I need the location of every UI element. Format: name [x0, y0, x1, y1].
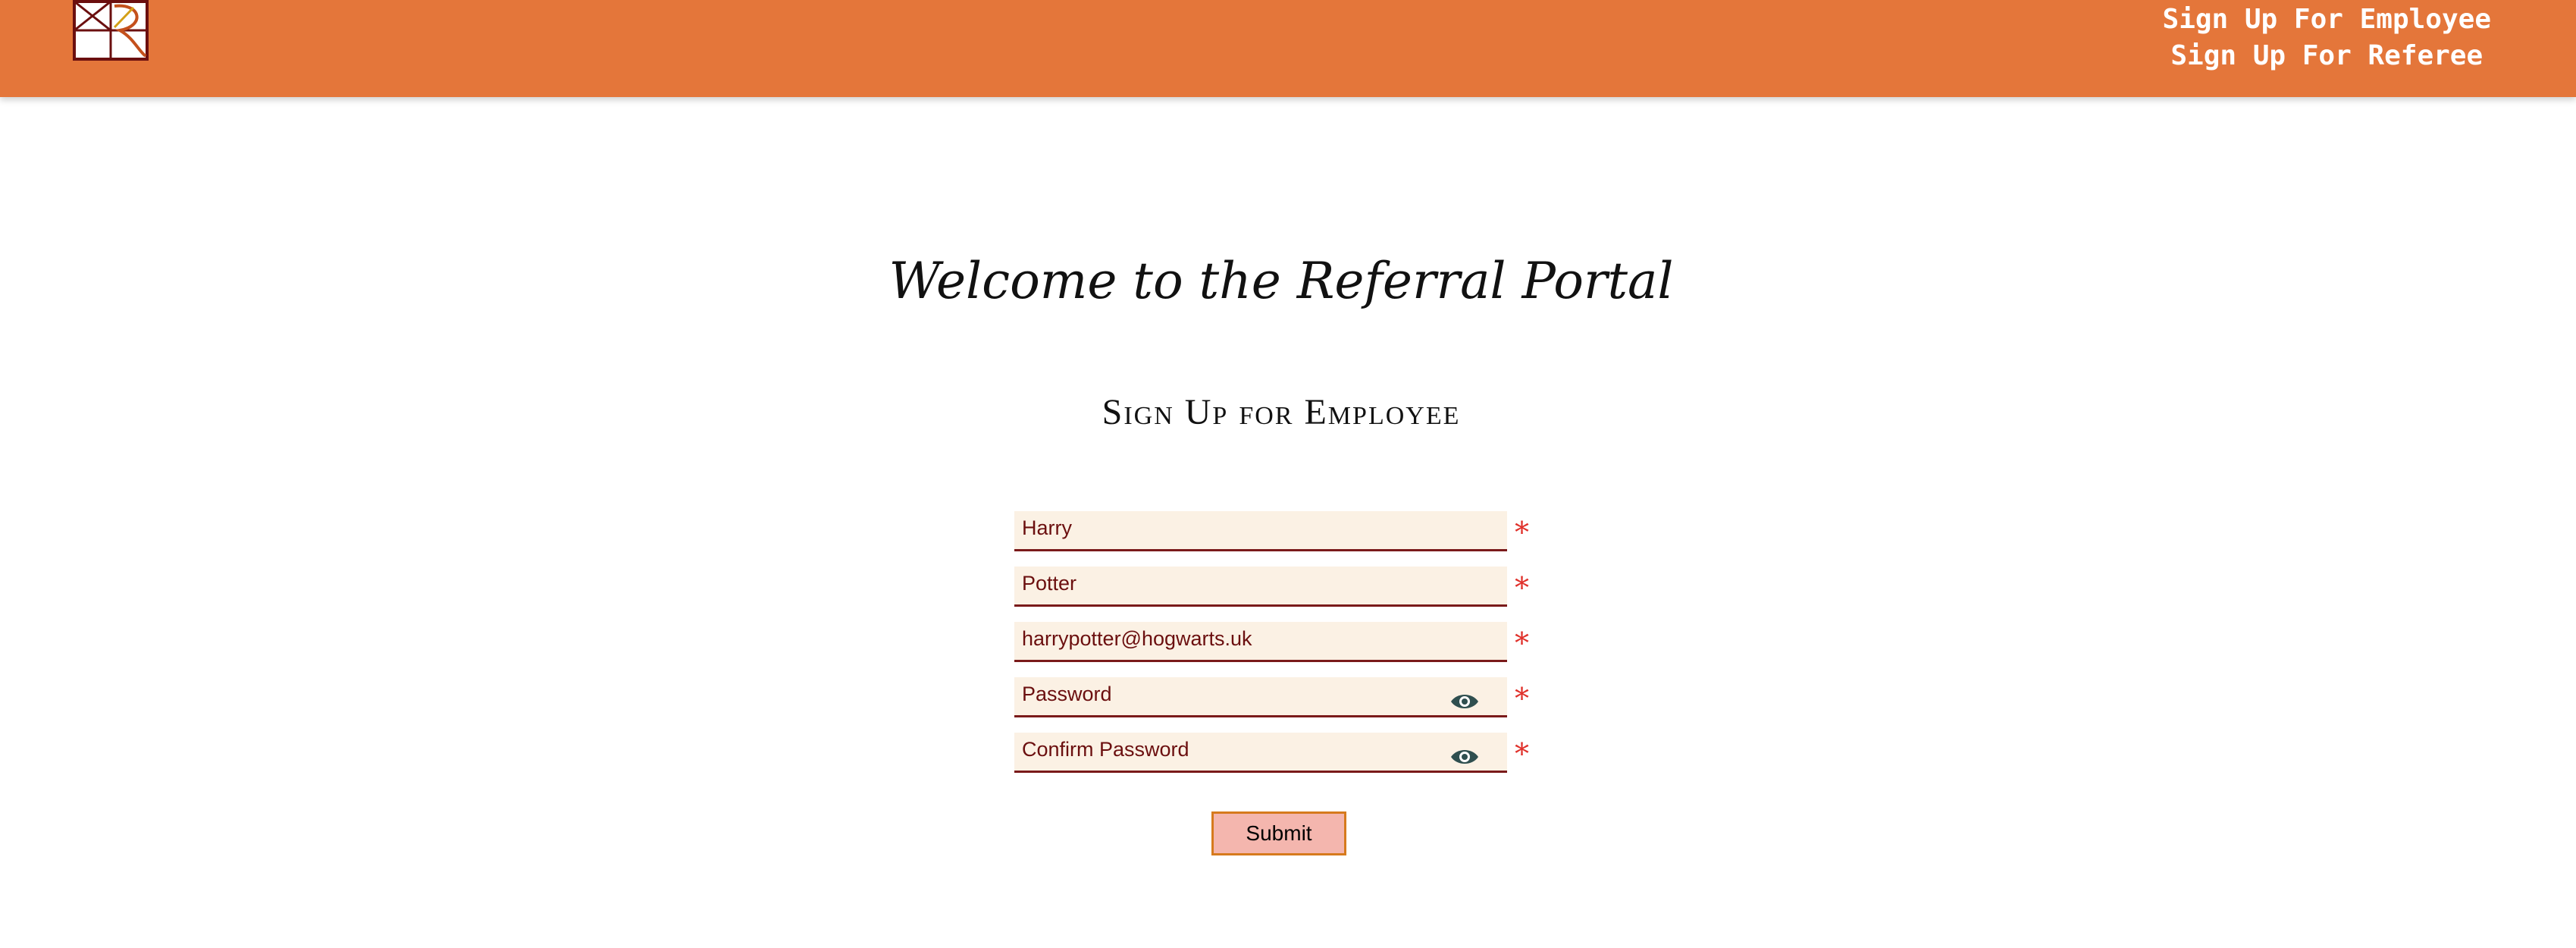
required-indicator: * — [1515, 737, 1529, 771]
eye-icon[interactable] — [1449, 746, 1480, 768]
confirm-password-input[interactable] — [1014, 733, 1507, 771]
password-input[interactable] — [1014, 677, 1507, 715]
required-indicator: * — [1515, 571, 1529, 604]
submit-button[interactable]: Submit — [1211, 811, 1346, 855]
last-name-input[interactable] — [1014, 567, 1507, 604]
eye-icon[interactable] — [1449, 691, 1480, 712]
employee-signup-form: * * * * — [1014, 511, 1545, 788]
top-navigation-bar: Sign Up For Employee Sign Up For Referee — [0, 0, 2576, 97]
form-title: Sign Up for Employee — [1102, 392, 1461, 432]
required-indicator: * — [1515, 626, 1529, 660]
sign-up-referee-link[interactable]: Sign Up For Referee — [2163, 38, 2491, 74]
password-row: * — [1014, 677, 1545, 717]
required-indicator: * — [1515, 682, 1529, 715]
required-indicator: * — [1515, 516, 1529, 549]
last-name-row: * — [1014, 567, 1545, 607]
confirm-password-field-container — [1014, 733, 1507, 773]
first-name-row: * — [1014, 511, 1545, 551]
confirm-password-row: * — [1014, 733, 1545, 773]
page-title: Welcome to the Referral Portal — [888, 252, 1674, 310]
first-name-input[interactable] — [1014, 511, 1507, 549]
password-field-container — [1014, 677, 1507, 717]
referral-portal-logo-icon[interactable] — [73, 0, 149, 61]
top-nav: Sign Up For Employee Sign Up For Referee — [2163, 2, 2491, 74]
email-row: * — [1014, 622, 1545, 662]
first-name-field-container — [1014, 511, 1507, 551]
email-input[interactable] — [1014, 622, 1507, 660]
email-field-container — [1014, 622, 1507, 662]
last-name-field-container — [1014, 567, 1507, 607]
sign-up-employee-link[interactable]: Sign Up For Employee — [2163, 2, 2491, 38]
